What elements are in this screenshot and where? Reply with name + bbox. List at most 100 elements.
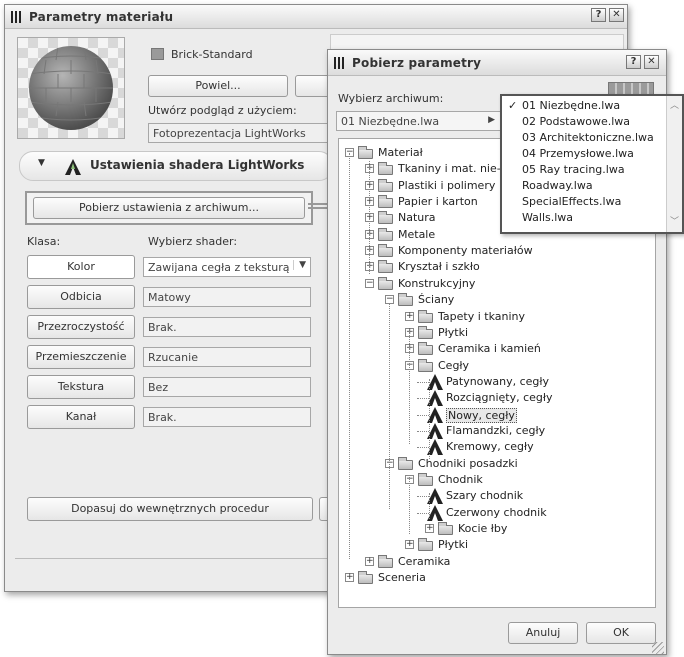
tree-node-krysztal[interactable]: Kryształ i szkło <box>398 260 480 273</box>
tree-node-ceramika_kamien[interactable]: Ceramika i kamień <box>438 342 541 355</box>
archive-option-label: 04 Przemysłowe.lwa <box>522 147 634 160</box>
tree-node-metale[interactable]: Metale <box>398 228 435 241</box>
expand-icon[interactable]: + <box>405 311 414 321</box>
tree-node-tapety[interactable]: Tapety i tkaniny <box>438 310 525 323</box>
ok-button[interactable]: OK <box>586 622 656 644</box>
tree-node-kocie[interactable]: Kocie łby <box>458 522 507 535</box>
archive-option-label: 02 Podstawowe.lwa <box>522 115 631 128</box>
tree-node-szary[interactable]: Szary chodnik <box>446 489 523 502</box>
dialog-titlebar[interactable]: Pobierz parametry ? ✕ <box>328 50 666 76</box>
help-icon[interactable]: ? <box>591 8 606 22</box>
archive-option-label: Roadway.lwa <box>522 179 593 192</box>
collapse-icon[interactable]: − <box>365 278 374 288</box>
class-button-5[interactable]: Kanał <box>27 405 135 429</box>
archive-option[interactable]: 05 Ray tracing.lwa <box>510 163 625 176</box>
tree-node-ceramika[interactable]: Ceramika <box>398 555 450 568</box>
class-button-2[interactable]: Przezroczystość <box>27 315 135 339</box>
tree-node-czerwony[interactable]: Czerwony chodnik <box>446 506 547 519</box>
tree-node-material[interactable]: Materiał <box>378 146 423 159</box>
tree-node-patynowany[interactable]: Patynowany, cegły <box>446 375 549 388</box>
tree-node-konstrukcyjny[interactable]: Konstrukcyjny <box>398 277 475 290</box>
shader-field-4[interactable]: Bez <box>143 377 311 397</box>
tree-node-cegly[interactable]: Cegły <box>438 359 469 372</box>
shader-section-header[interactable]: ▼ Ustawienia shadera LightWorks <box>19 151 333 181</box>
expand-icon[interactable]: + <box>345 573 354 583</box>
archive-dropdown-list[interactable]: ✓ 01 Niezbędne.lwa 02 Podstawowe.lwa 03 Arc… <box>500 94 684 234</box>
scroll-down-icon[interactable]: ﹀ <box>670 214 679 227</box>
tree-node-plytki2[interactable]: Płytki <box>438 538 468 551</box>
tree-node-plastiki[interactable]: Plastiki i polimery <box>398 179 495 192</box>
tree-guide <box>429 493 430 519</box>
tree-node-kremowy[interactable]: Kremowy, cegły <box>446 440 534 453</box>
folder-icon <box>418 309 433 323</box>
archive-option-label: 03 Architektoniczne.lwa <box>522 131 654 144</box>
folder-icon <box>358 571 373 585</box>
main-titlebar[interactable]: Parametry materiału ? ✕ <box>5 5 627 29</box>
archive-option-label: 05 Ray tracing.lwa <box>522 163 625 176</box>
app-icon <box>9 10 25 24</box>
fit-procedures-button[interactable]: Dopasuj do wewnętrznych procedur <box>27 497 313 521</box>
archive-option-label: 01 Niezbędne.lwa <box>522 99 621 112</box>
shader-field-0[interactable]: Zawijana cegła z teksturą ▼ <box>143 257 311 277</box>
duplicate-button[interactable]: Powiel... <box>148 75 288 97</box>
shader-field-1[interactable]: Matowy <box>143 287 311 307</box>
shader-field-value: Zawijana cegła z teksturą <box>148 260 290 274</box>
dialog-app-icon <box>332 56 348 70</box>
archive-option[interactable]: Walls.lwa <box>510 211 573 224</box>
secondary-button[interactable] <box>295 75 331 97</box>
tree-node-komponenty[interactable]: Komponenty materiałów <box>398 244 533 257</box>
tree-node-chodnik[interactable]: Chodnik <box>438 473 483 486</box>
tree-node-natura[interactable]: Natura <box>398 211 436 224</box>
class-button-1[interactable]: Odbicia <box>27 285 135 309</box>
scroll-up-icon[interactable]: ︿ <box>670 98 679 111</box>
dialog-close-icon[interactable]: ✕ <box>644 55 659 69</box>
folder-icon <box>418 358 433 372</box>
archive-select-value: 01 Niezbędne.lwa <box>341 114 440 128</box>
shader-field-5[interactable]: Brak. <box>143 407 311 427</box>
archive-label: Wybierz archiwum: <box>338 92 444 105</box>
archive-option[interactable]: ✓ 01 Niezbędne.lwa <box>508 99 621 112</box>
cancel-button[interactable]: Anuluj <box>508 622 578 644</box>
expand-icon[interactable]: + <box>405 540 414 550</box>
archive-option[interactable]: 03 Architektoniczne.lwa <box>510 131 654 144</box>
lightworks-shader-icon <box>65 159 81 175</box>
close-icon[interactable]: ✕ <box>609 8 624 22</box>
tree-guide <box>349 153 350 559</box>
tree-node-sciany[interactable]: Ściany <box>418 293 454 306</box>
preview-renderer-select[interactable]: Fotoprezentacja LightWorks <box>148 123 330 143</box>
shader-field-value: Bez <box>148 380 169 394</box>
class-button-0[interactable]: Kolor <box>27 255 135 279</box>
preview-label: Utwórz podgląd z użyciem: <box>148 104 297 117</box>
fetch-from-archive-button[interactable]: Pobierz ustawienia z archiwum... <box>33 197 305 219</box>
tree-node-chodniki[interactable]: Chodniki posadzki <box>418 457 518 470</box>
dialog-help-icon[interactable]: ? <box>626 55 641 69</box>
shader-field-3[interactable]: Rzucanie <box>143 347 311 367</box>
resize-grip-icon[interactable] <box>652 642 664 654</box>
tree-guide <box>429 379 430 459</box>
class-button-3[interactable]: Przemieszczenie <box>27 345 135 369</box>
shader-field-value: Matowy <box>148 290 191 304</box>
dropdown-scrollbar[interactable]: ︿ ﹀ <box>666 96 682 232</box>
folder-icon <box>378 227 393 241</box>
brick-sphere-icon <box>29 46 113 130</box>
archive-option[interactable]: 04 Przemysłowe.lwa <box>510 147 634 160</box>
tree-node-papier[interactable]: Papier i karton <box>398 195 478 208</box>
shader-field-2[interactable]: Brak. <box>143 317 311 337</box>
tree-node-tkaniny[interactable]: Tkaniny i mat. nie-tk <box>398 162 511 175</box>
expand-icon[interactable]: + <box>365 556 374 566</box>
tree-node-flamandzki[interactable]: Flamandzki, cegły <box>446 424 545 437</box>
tree-node-nowy[interactable]: Nowy, cegły <box>446 407 517 423</box>
archive-option[interactable]: SpecialEffects.lwa <box>510 195 621 208</box>
collapse-arrow-icon[interactable]: ▼ <box>38 158 45 168</box>
archive-select[interactable]: 01 Niezbędne.lwa ▶ <box>336 111 502 131</box>
class-button-4[interactable]: Tekstura <box>27 375 135 399</box>
main-window-title: Parametry materiału <box>29 9 174 24</box>
tree-node-rozciagniety[interactable]: Rozciągnięty, cegły <box>446 391 553 404</box>
archive-option[interactable]: 02 Podstawowe.lwa <box>510 115 630 128</box>
collapse-icon[interactable]: − <box>385 295 394 305</box>
chevron-down-icon[interactable]: ▼ <box>293 260 306 270</box>
archive-option[interactable]: Roadway.lwa <box>510 179 593 192</box>
tree-node-sceneria[interactable]: Sceneria <box>378 571 426 584</box>
tree-node-plytki1[interactable]: Płytki <box>438 326 468 339</box>
expand-icon[interactable]: + <box>425 524 434 534</box>
